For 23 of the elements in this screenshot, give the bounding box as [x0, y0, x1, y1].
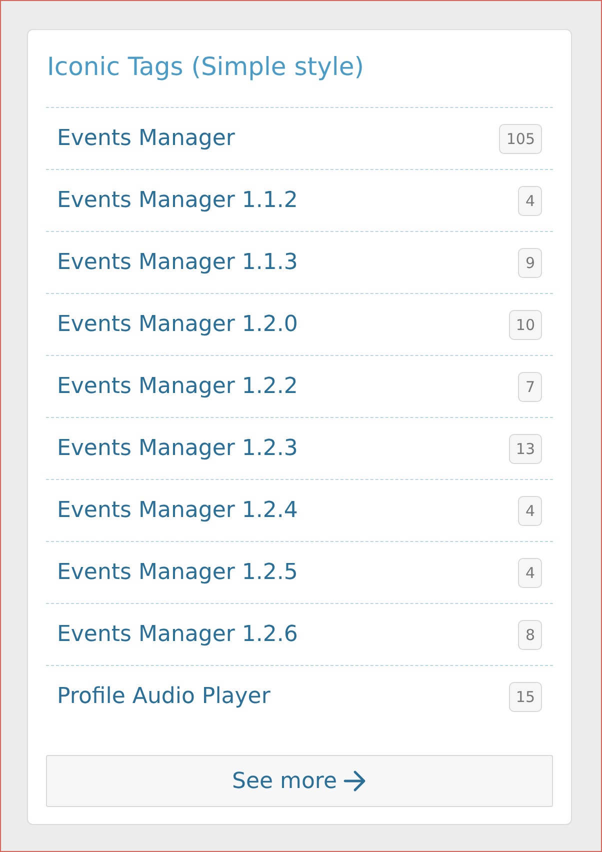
tag-link[interactable]: Events Manager 1.2.0 [57, 312, 298, 337]
tag-link[interactable]: Events Manager 1.1.2 [57, 188, 298, 213]
tag-link[interactable]: Events Manager 1.2.2 [57, 374, 298, 399]
tag-count: 7 [518, 372, 542, 402]
widget-title: Iconic Tags (Simple style) [47, 51, 365, 83]
tag-count: 9 [518, 248, 542, 278]
tag-count: 15 [508, 682, 542, 712]
tag-link[interactable]: Events Manager 1.1.3 [57, 250, 298, 275]
tag-count: 105 [499, 124, 542, 154]
tag-link[interactable]: Events Manager 1.2.4 [57, 498, 298, 523]
arrow-right-icon [343, 770, 367, 792]
tag-count: 13 [508, 434, 542, 464]
tag-count: 4 [518, 496, 542, 526]
tag-count: 8 [518, 620, 542, 650]
tag-link[interactable]: Events Manager [57, 126, 235, 151]
tag-link[interactable]: Events Manager 1.2.6 [57, 622, 298, 647]
tag-count: 4 [518, 186, 542, 216]
tag-link[interactable]: Events Manager 1.2.5 [57, 560, 298, 585]
see-more-button[interactable]: See more [46, 755, 553, 807]
tag-count: 10 [508, 310, 542, 340]
tag-link[interactable]: Events Manager 1.2.3 [57, 436, 298, 461]
tag-link[interactable]: Profile Audio Player [57, 684, 270, 709]
tag-count: 4 [518, 558, 542, 588]
